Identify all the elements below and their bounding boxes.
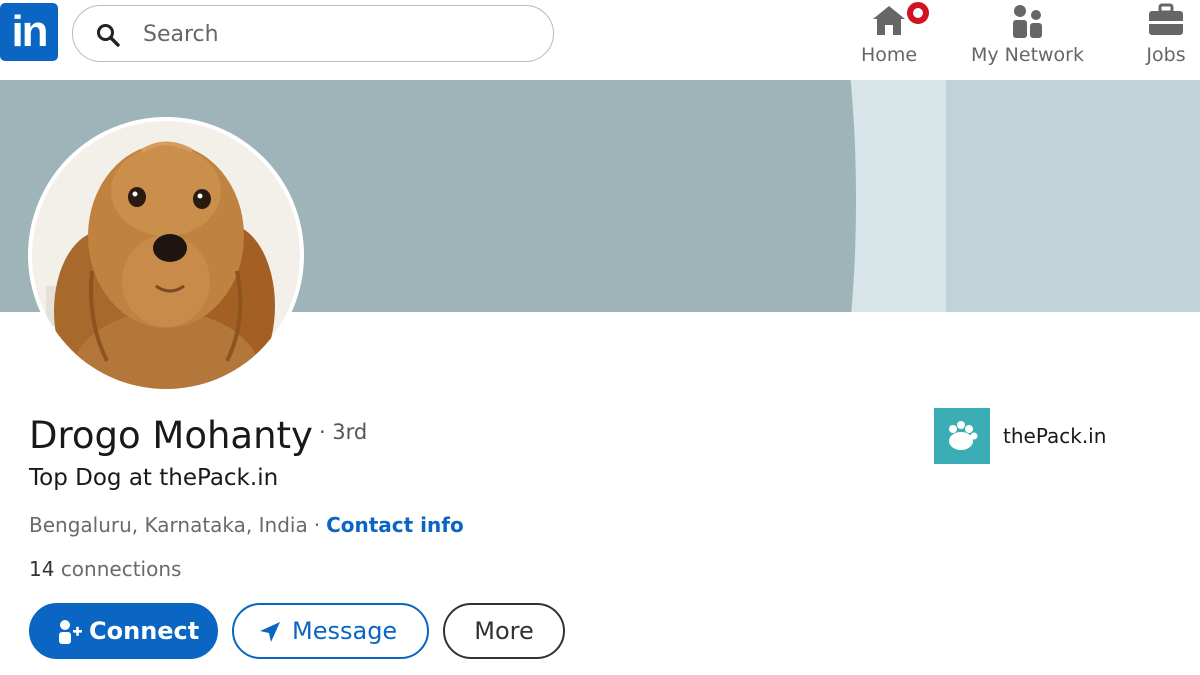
separator: · xyxy=(313,513,321,537)
company-name: thePack.in xyxy=(1003,424,1107,448)
nav-item-my-network[interactable]: My Network xyxy=(965,0,1090,72)
nav-jobs-label: Jobs xyxy=(1146,44,1186,66)
nav-item-home[interactable]: Home xyxy=(855,0,931,72)
profile-avatar[interactable] xyxy=(28,117,304,393)
nav-item-jobs[interactable]: Jobs xyxy=(1138,0,1194,72)
connections-count[interactable]: 14 connections xyxy=(29,557,181,581)
more-button[interactable]: More xyxy=(443,603,565,659)
briefcase-icon xyxy=(1147,2,1185,43)
profile-location: Bengaluru, Karnataka, India xyxy=(29,513,308,537)
connections-number: 14 xyxy=(29,557,55,581)
profile-name-row: Drogo Mohanty · 3rd xyxy=(29,414,367,457)
top-nav: in Home My Network xyxy=(0,0,1200,80)
message-button[interactable]: Message xyxy=(232,603,429,659)
profile-name: Drogo Mohanty xyxy=(29,414,313,457)
people-icon xyxy=(1009,2,1047,45)
send-icon xyxy=(260,622,280,642)
notification-badge xyxy=(905,0,931,26)
home-icon xyxy=(869,0,931,43)
more-button-label: More xyxy=(474,617,534,645)
search-bar[interactable] xyxy=(72,5,554,62)
profile-headline: Top Dog at thePack.in xyxy=(29,465,279,491)
dog-photo xyxy=(32,121,300,389)
paw-logo-icon xyxy=(934,408,990,464)
location-row: Bengaluru, Karnataka, India · Contact info xyxy=(29,513,464,537)
search-input[interactable] xyxy=(141,18,525,50)
add-person-icon xyxy=(59,620,82,644)
connections-label: connections xyxy=(60,557,182,581)
linkedin-logo[interactable]: in xyxy=(0,3,58,61)
nav-home-label: Home xyxy=(860,44,918,66)
nav-my-network-label: My Network xyxy=(970,44,1084,66)
connection-degree: · 3rd xyxy=(318,420,368,444)
connect-button-label: Connect xyxy=(89,617,200,645)
message-button-label: Message xyxy=(292,617,398,645)
connect-button[interactable]: Connect xyxy=(29,603,218,659)
search-icon xyxy=(97,24,120,47)
contact-info-link[interactable]: Contact info xyxy=(326,513,464,537)
